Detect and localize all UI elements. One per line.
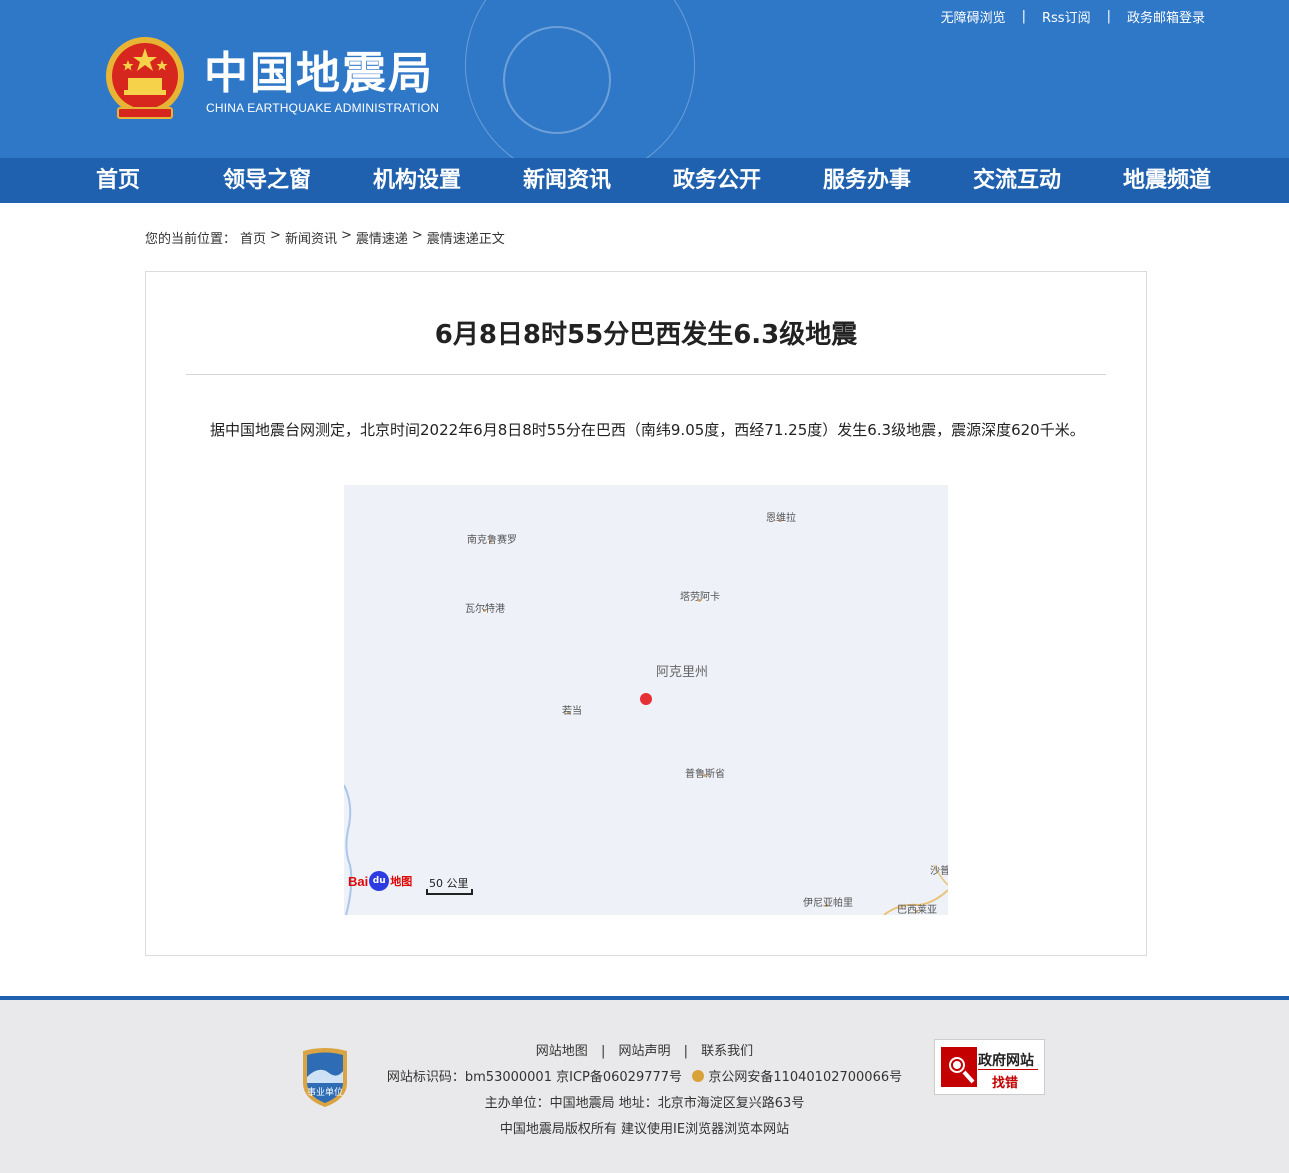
baidu-map-logo[interactable]: Bai du 地图 xyxy=(348,868,412,894)
baidu-paw-icon: du xyxy=(369,871,390,891)
gov-mail-login-link[interactable]: 政务邮箱登录 xyxy=(1127,7,1205,26)
error-report-subtitle: 找错 xyxy=(992,1076,1019,1091)
gov-site-error-report-badge[interactable]: 政府网站 找错 xyxy=(934,1039,1045,1095)
map-scale-bar xyxy=(426,889,473,895)
nav-item-interaction[interactable]: 交流互动 xyxy=(973,158,1061,203)
nav-item-news[interactable]: 新闻资讯 xyxy=(523,158,611,203)
breadcrumb-quake-news[interactable]: 震情速递 xyxy=(356,228,408,247)
magnifier-report-icon xyxy=(941,1047,977,1087)
top-utility-links: 无障碍浏览 | Rss订阅 | 政务邮箱登录 xyxy=(941,7,1205,26)
baidu-logo-text: Bai xyxy=(348,873,369,889)
epicenter-map[interactable]: 恩维拉 南克鲁赛罗 塔劳阿卡 瓦尔特港 若当 普鲁斯省 沙普 伊尼亚帕里 巴西莱… xyxy=(344,485,948,915)
map-place-label: 伊尼亚帕里 xyxy=(803,898,853,909)
site-header: 中国地震局 CHINA EARTHQUAKE ADMINISTRATION 无障… xyxy=(0,0,1289,158)
article-panel: 6月8日8时55分巴西发生6.3级地震 据中国地震台网测定，北京时间2022年6… xyxy=(145,271,1147,956)
article-body: 据中国地震台网测定，北京时间2022年6月8日8时55分在巴西（南纬9.05度，… xyxy=(210,421,1085,439)
footer-police-record[interactable]: 京公网安备11040102700066号 xyxy=(708,1070,902,1085)
footer-site-id-icp: 网站标识码：bm53000001 京ICP备06029777号 xyxy=(386,1070,683,1085)
epicenter-marker-icon[interactable] xyxy=(640,693,652,705)
map-place-label: 南克鲁赛罗 xyxy=(467,535,517,546)
nav-item-home[interactable]: 首页 xyxy=(96,158,140,203)
map-place-label: 瓦尔特港 xyxy=(465,604,505,615)
breadcrumb-current: 震情速递正文 xyxy=(426,232,505,247)
breadcrumb-separator: > xyxy=(270,228,281,243)
rss-link[interactable]: Rss订阅 xyxy=(1042,7,1091,26)
public-institution-badge-text: 事业单位 xyxy=(306,1088,343,1098)
footer-organizer-line: 主办单位：中国地震局 地址：北京市海淀区复兴路63号 xyxy=(484,1096,805,1111)
accessibility-link[interactable]: 无障碍浏览 xyxy=(941,7,1006,26)
error-report-divider xyxy=(978,1069,1038,1070)
map-place-label: 恩维拉 xyxy=(766,513,796,524)
separator: | xyxy=(683,1044,689,1059)
map-place-label: 巴西莱亚 xyxy=(897,905,937,915)
public-institution-badge[interactable]: 事业单位 xyxy=(299,1047,351,1109)
error-report-title: 政府网站 xyxy=(978,1053,1034,1069)
main-nav: 首页 领导之窗 机构设置 新闻资讯 政务公开 服务办事 交流互动 地震频道 xyxy=(0,158,1289,203)
footer-link-sitemap[interactable]: 网站地图 xyxy=(536,1044,588,1059)
police-badge-icon xyxy=(692,1070,705,1082)
map-region-label: 阿克里州 xyxy=(656,665,709,680)
national-emblem-icon xyxy=(106,37,184,119)
map-place-label: 普鲁斯省 xyxy=(685,769,725,780)
breadcrumb-news[interactable]: 新闻资讯 xyxy=(285,228,337,247)
separator: | xyxy=(600,1044,606,1059)
public-institution-shield-icon xyxy=(303,1048,347,1107)
separator: | xyxy=(1021,9,1026,24)
footer-link-contact[interactable]: 联系我们 xyxy=(701,1044,753,1059)
map-place-label: 若当 xyxy=(562,706,582,717)
footer-copyright-line: 中国地震局版权所有 建议使用IE浏览器浏览本网站 xyxy=(499,1122,790,1137)
nav-item-leadership[interactable]: 领导之窗 xyxy=(223,158,311,203)
nav-item-organization[interactable]: 机构设置 xyxy=(373,158,461,203)
breadcrumb-separator: > xyxy=(411,228,423,243)
map-place-label: 沙普 xyxy=(930,866,948,877)
nav-item-earthquake-channel[interactable]: 地震频道 xyxy=(1123,158,1211,203)
breadcrumb-prefix: 您的当前位置： xyxy=(145,232,237,247)
article-title: 6月8日8时55分巴西发生6.3级地震 xyxy=(434,320,858,350)
map-place-label: 塔劳阿卡 xyxy=(680,592,720,603)
baidu-logo-map-text: 地图 xyxy=(390,875,413,888)
site-logo-english: CHINA EARTHQUAKE ADMINISTRATION xyxy=(206,101,440,115)
breadcrumb-home[interactable]: 首页 xyxy=(240,228,266,247)
footer-link-statement[interactable]: 网站声明 xyxy=(618,1044,670,1059)
site-logo-text[interactable]: 中国地震局 xyxy=(204,46,434,102)
nav-item-gov-affairs[interactable]: 政务公开 xyxy=(673,158,761,203)
separator: | xyxy=(1106,9,1111,24)
title-divider xyxy=(186,374,1106,375)
breadcrumb: 您的当前位置： 首页 > 新闻资讯 > 震情速递 > 震情速递正文 xyxy=(145,228,509,247)
breadcrumb-separator: > xyxy=(340,228,352,243)
decorative-ring xyxy=(503,26,611,134)
footer-links: 网站地图 | 网站声明 | 联系我们 xyxy=(0,1040,1289,1059)
footer-registration-line: 网站标识码：bm53000001 京ICP备06029777号 京公网安备110… xyxy=(0,1066,1289,1085)
site-footer: 网站地图 | 网站声明 | 联系我们 网站标识码：bm53000001 京ICP… xyxy=(0,1000,1289,1173)
nav-item-services[interactable]: 服务办事 xyxy=(823,158,911,203)
